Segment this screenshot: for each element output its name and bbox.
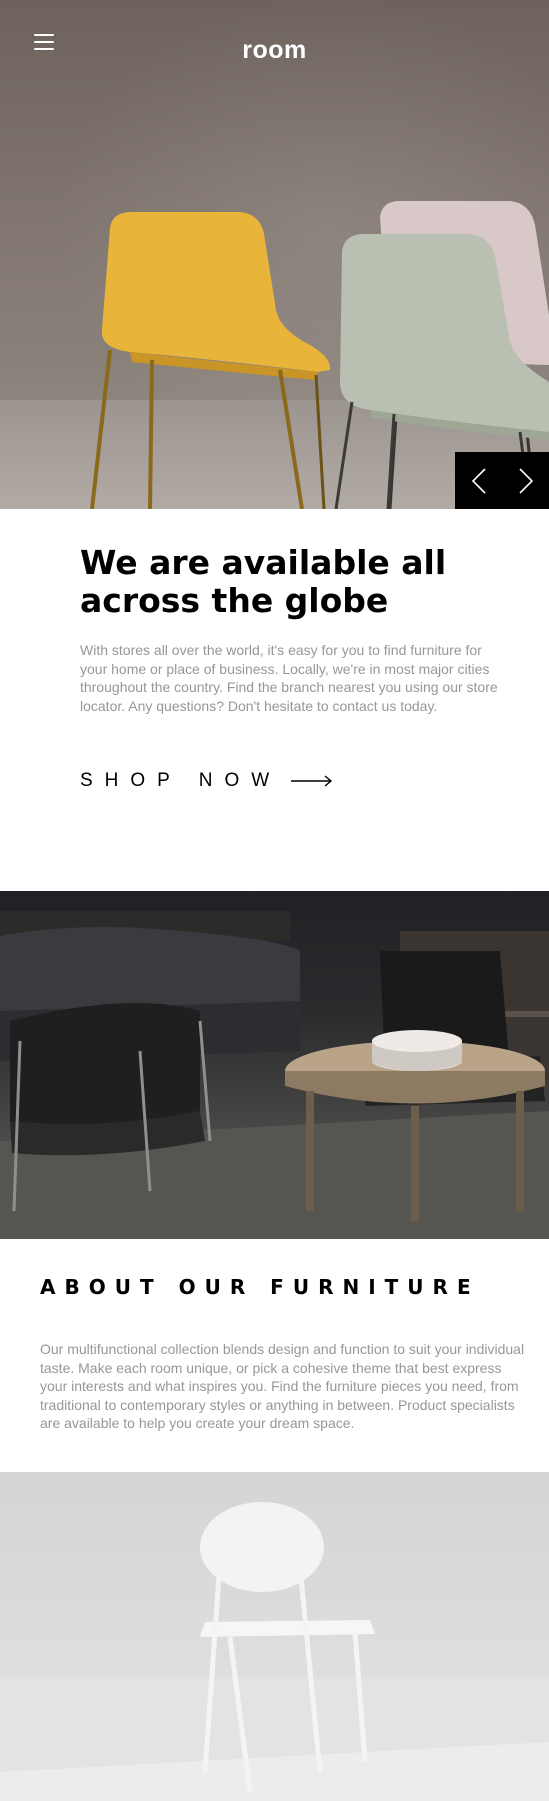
yellow-chair-illustration	[90, 212, 331, 509]
shop-now-label: SHOP NOW	[80, 770, 282, 791]
interior-illustration	[0, 911, 549, 1239]
about-heading: ABOUT OUR FURNITURE	[40, 1275, 480, 1299]
interior-dark-image	[0, 891, 549, 1239]
arrow-right-icon	[291, 775, 333, 787]
white-chair-image	[0, 1472, 549, 1801]
intro-heading-line1: We are available all	[80, 543, 447, 582]
chevron-right-icon	[518, 467, 533, 494]
next-slide-button[interactable]	[502, 452, 549, 509]
intro-heading: We are available all across the globe	[80, 544, 500, 620]
slider-nav	[455, 452, 549, 509]
about-body: Our multifunctional collection blends de…	[40, 1341, 525, 1431]
shop-now-link[interactable]: SHOP NOW	[80, 770, 333, 792]
intro-heading-line2: across the globe	[80, 581, 389, 620]
hero-image: room	[0, 0, 549, 509]
previous-slide-button[interactable]	[455, 452, 502, 509]
intro-body: With stores all over the world, it's eas…	[80, 642, 498, 714]
chevron-left-icon	[471, 467, 486, 494]
site-logo[interactable]: room	[0, 36, 549, 65]
white-chair-illustration	[0, 1502, 549, 1801]
